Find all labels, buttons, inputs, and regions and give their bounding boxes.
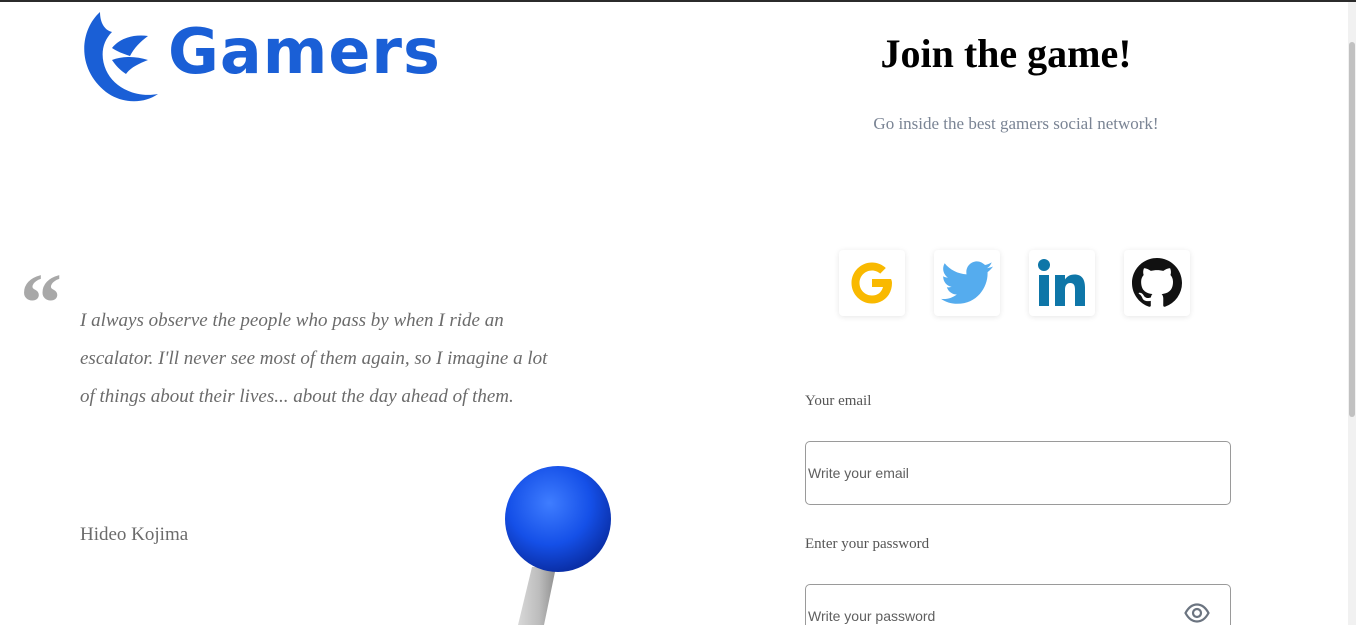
twitter-icon [941,261,993,304]
window-top-border [0,0,1356,2]
github-icon [1132,258,1182,307]
password-field[interactable] [805,584,1231,625]
page-title: Join the game! [880,31,1132,76]
wing-logo-icon [84,12,158,102]
eye-icon[interactable] [1184,603,1210,625]
scrollbar-thumb[interactable] [1349,42,1355,417]
google-signin-button[interactable] [839,250,905,316]
joystick-icon [500,462,620,625]
email-field[interactable] [805,441,1231,505]
page-subtitle: Go inside the best gamers social network… [873,114,1159,133]
quote-author: Hideo Kojima [80,524,189,545]
quote-mark-icon: “ [20,257,62,350]
twitter-signin-button[interactable] [934,250,1000,316]
brand-logo[interactable]: Gamers [78,8,441,102]
brand-name: Gamers [168,14,441,88]
linkedin-signin-button[interactable] [1029,250,1095,316]
quote-text: I always observe the people who pass by … [80,310,548,407]
page-scrollbar[interactable] [1348,2,1356,625]
google-icon [851,262,892,304]
password-label: Enter your password [805,536,930,552]
email-label: Your email [805,393,872,409]
github-signin-button[interactable] [1124,250,1190,316]
linkedin-icon [1038,259,1085,306]
